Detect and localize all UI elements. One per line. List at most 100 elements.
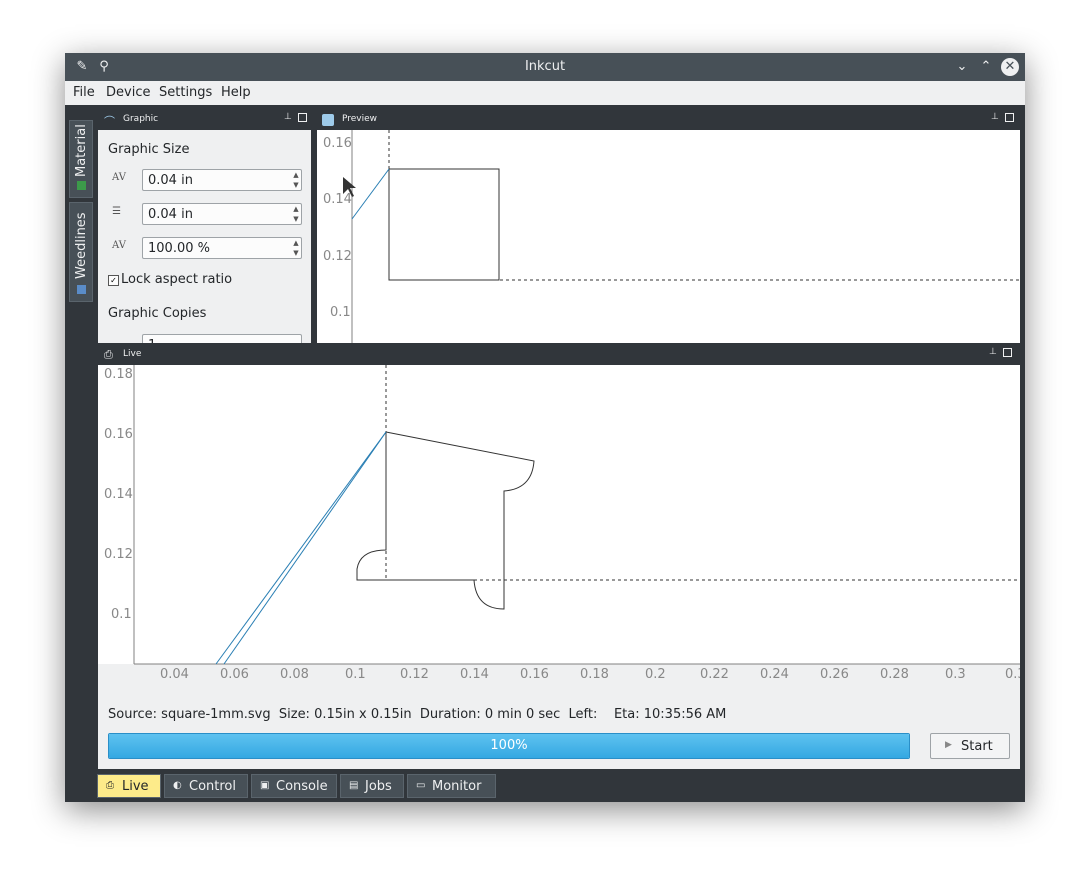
height-spinbox[interactable]: 0.04 in ▲ ▼ xyxy=(142,203,302,225)
live-dock-label: Live xyxy=(123,349,142,359)
play-icon: ▶ xyxy=(945,740,952,750)
duration-value: 0 min 0 sec xyxy=(484,707,561,722)
live-x-tick: 0.16 xyxy=(520,667,549,682)
job-info-line: Source: square-1mm.svg Size: 0.15in x 0.… xyxy=(108,707,726,722)
preview-dock-label: Preview xyxy=(342,114,378,124)
progress-text: 100% xyxy=(490,738,528,753)
live-y-tick: 0.16 xyxy=(104,427,133,442)
progress-bar: 100% xyxy=(108,733,910,759)
live-y-tick: 0.1 xyxy=(111,607,132,622)
live-x-tick: 0.28 xyxy=(880,667,909,682)
menu-file[interactable]: File xyxy=(73,85,95,100)
graphic-panel: Graphic Size AV 0.04 in ▲ ▼ ☰ 0.04 in ▲ ▼ … xyxy=(98,130,311,343)
left-label: Left: xyxy=(568,707,598,722)
width-value: 0.04 in xyxy=(148,173,193,188)
tab-control-label: Control xyxy=(189,779,236,794)
tab-control[interactable]: ◐ Control xyxy=(164,774,248,798)
start-button[interactable]: ▶ Start xyxy=(930,733,1010,759)
live-x-tick: 0.14 xyxy=(460,667,489,682)
menu-settings[interactable]: Settings xyxy=(159,85,212,100)
scale-value: 100.00 % xyxy=(148,241,210,256)
live-x-tick: 0.06 xyxy=(220,667,249,682)
source-value: square-1mm.svg xyxy=(161,707,271,722)
material-icon xyxy=(77,181,86,190)
live-x-tick: 0.1 xyxy=(345,667,366,682)
printer-icon: ⎙ xyxy=(106,780,114,791)
side-tab-weedlines[interactable]: Weedlines xyxy=(69,202,93,302)
weedlines-icon xyxy=(77,285,86,294)
menu-bar: File Device Settings Help xyxy=(65,81,1025,105)
preview-y-tick: 0.1 xyxy=(330,305,351,320)
dock-close-icon[interactable] xyxy=(1003,348,1012,357)
live-x-tick: 0.3 xyxy=(1005,667,1020,682)
maximize-icon[interactable]: ⌃ xyxy=(977,58,995,76)
graphic-copies-heading: Graphic Copies xyxy=(108,306,207,321)
eta-label: Eta: xyxy=(613,707,640,722)
minimize-icon[interactable]: ⌄ xyxy=(953,58,971,76)
live-plot[interactable]: 0.18 0.16 0.14 0.12 0.1 0.04 0.06 0.08 0… xyxy=(98,365,1020,685)
tab-monitor[interactable]: ▭ Monitor xyxy=(407,774,496,798)
tab-monitor-label: Monitor xyxy=(432,779,482,794)
spin-arrows-icon[interactable]: ▲ ▼ xyxy=(291,204,301,224)
tab-jobs-label: Jobs xyxy=(365,779,392,794)
printer-icon: ⎙ xyxy=(104,348,113,361)
live-y-tick: 0.14 xyxy=(104,487,133,502)
preview-dock-title: Preview ⊥ xyxy=(315,110,1020,130)
live-x-tick: 0.24 xyxy=(760,667,789,682)
live-x-tick: 0.12 xyxy=(400,667,429,682)
eta-value: 10:35:56 AM xyxy=(643,707,727,722)
live-y-tick: 0.12 xyxy=(104,547,133,562)
graphic-dock-label: Graphic xyxy=(123,114,159,124)
dock-float-icon[interactable]: ⊥ xyxy=(991,113,1000,122)
menu-help[interactable]: Help xyxy=(221,85,251,100)
live-x-tick: 0.26 xyxy=(820,667,849,682)
live-x-tick: 0.08 xyxy=(280,667,309,682)
copies-value: 1 xyxy=(148,338,156,343)
lock-aspect-label: Lock aspect ratio xyxy=(121,272,233,287)
graphic-dock-title: ⌒ Graphic ⊥ xyxy=(98,110,311,130)
dock-float-icon[interactable]: ⊥ xyxy=(989,348,998,357)
lock-aspect-checkbox[interactable]: ✓ xyxy=(108,275,119,286)
preview-y-tick: 0.14 xyxy=(323,192,352,207)
terminal-icon: ▣ xyxy=(260,780,270,791)
side-tab-material[interactable]: Material xyxy=(69,120,93,198)
spin-arrows-icon[interactable]: ▲ ▼ xyxy=(291,238,301,258)
scale-spinbox[interactable]: 100.00 % ▲ ▼ xyxy=(142,237,302,259)
source-label: Source: xyxy=(108,707,158,722)
live-x-tick: 0.3 xyxy=(945,667,966,682)
title-bar: ✎ ⚲ Inkcut ⌄ ⌃ ✕ xyxy=(65,53,1025,81)
dock-float-icon[interactable]: ⊥ xyxy=(284,113,293,122)
size-value: 0.15in x 0.15in xyxy=(314,707,412,722)
size-label: Size: xyxy=(278,707,310,722)
graphic-size-heading: Graphic Size xyxy=(108,142,190,157)
live-y-tick: 0.18 xyxy=(104,367,133,382)
spin-arrows-icon[interactable]: ▲ ▼ xyxy=(291,170,301,190)
side-tab-material-label: Material xyxy=(74,124,89,177)
live-x-tick: 0.22 xyxy=(700,667,729,682)
height-icon: ☰ xyxy=(112,206,121,217)
start-label: Start xyxy=(961,739,993,754)
live-x-tick: 0.2 xyxy=(645,667,666,682)
menu-device[interactable]: Device xyxy=(106,85,150,100)
preview-plot[interactable]: 0.16 0.14 0.12 0.1 xyxy=(317,130,1020,343)
preview-y-tick: 0.12 xyxy=(323,249,352,264)
live-x-tick: 0.04 xyxy=(160,667,189,682)
close-icon[interactable]: ✕ xyxy=(1001,58,1019,76)
tab-live-label: Live xyxy=(122,779,149,794)
status-area: Source: square-1mm.svg Size: 0.15in x 0.… xyxy=(98,685,1020,769)
live-x-tick: 0.18 xyxy=(580,667,609,682)
dock-close-icon[interactable] xyxy=(1005,113,1014,122)
tab-console[interactable]: ▣ Console xyxy=(251,774,337,798)
dock-close-icon[interactable] xyxy=(298,113,307,122)
live-dock-title: ⎙ Live ⊥ xyxy=(98,345,1020,365)
tab-jobs[interactable]: ▤ Jobs xyxy=(340,774,404,798)
width-icon: AV xyxy=(112,172,126,183)
width-spinbox[interactable]: 0.04 in ▲ ▼ xyxy=(142,169,302,191)
duration-label: Duration: xyxy=(419,707,481,722)
jobs-icon: ▤ xyxy=(349,780,359,791)
tab-live[interactable]: ⎙ Live xyxy=(97,774,161,798)
preview-y-tick: 0.16 xyxy=(323,136,352,151)
copies-spinbox[interactable]: 1 xyxy=(142,334,302,343)
side-tab-weedlines-label: Weedlines xyxy=(74,212,89,279)
window-title: Inkcut xyxy=(524,59,566,74)
